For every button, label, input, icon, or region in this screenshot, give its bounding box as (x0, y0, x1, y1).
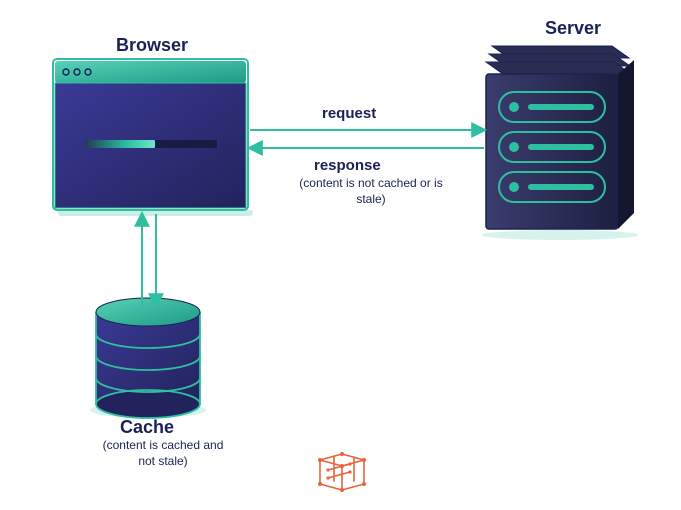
server-label: Server (545, 18, 601, 39)
logo-icon (318, 452, 366, 492)
cache-label: Cache (120, 417, 174, 438)
response-label: response (314, 157, 381, 174)
browser-cache-arrows (142, 214, 156, 306)
browser-label: Browser (116, 35, 188, 56)
server (482, 46, 638, 240)
server-bays (499, 92, 605, 202)
cache-cylinder (90, 298, 206, 418)
browser-window (53, 59, 253, 216)
cache-sublabel: (content is cached and not stale) (93, 438, 233, 469)
request-label: request (322, 105, 376, 122)
diagram-root (0, 0, 681, 510)
response-sublabel: (content is not cached or is stale) (296, 176, 446, 207)
browser-server-arrows (250, 130, 484, 148)
